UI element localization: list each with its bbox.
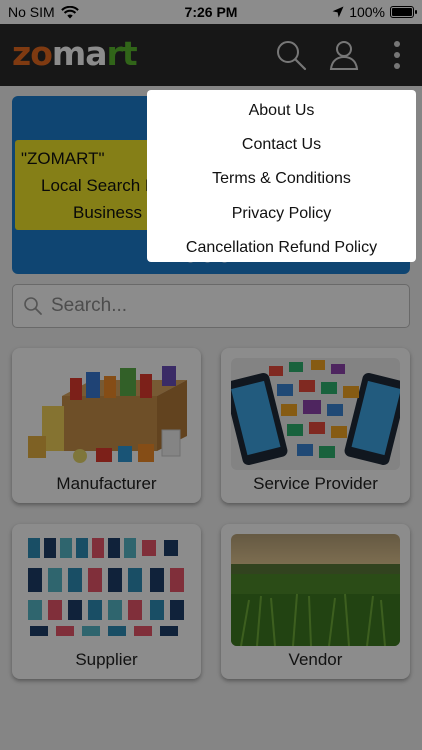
menu-item-privacy-policy[interactable]: Privacy Policy [147,197,416,231]
menu-item-cancellation-refund-policy[interactable]: Cancellation Refund Policy [147,231,416,265]
overflow-menu: About Us Contact Us Terms & Conditions P… [147,90,416,262]
menu-item-about-us[interactable]: About Us [147,94,416,128]
menu-item-terms-conditions[interactable]: Terms & Conditions [147,162,416,196]
menu-item-contact-us[interactable]: Contact Us [147,128,416,162]
